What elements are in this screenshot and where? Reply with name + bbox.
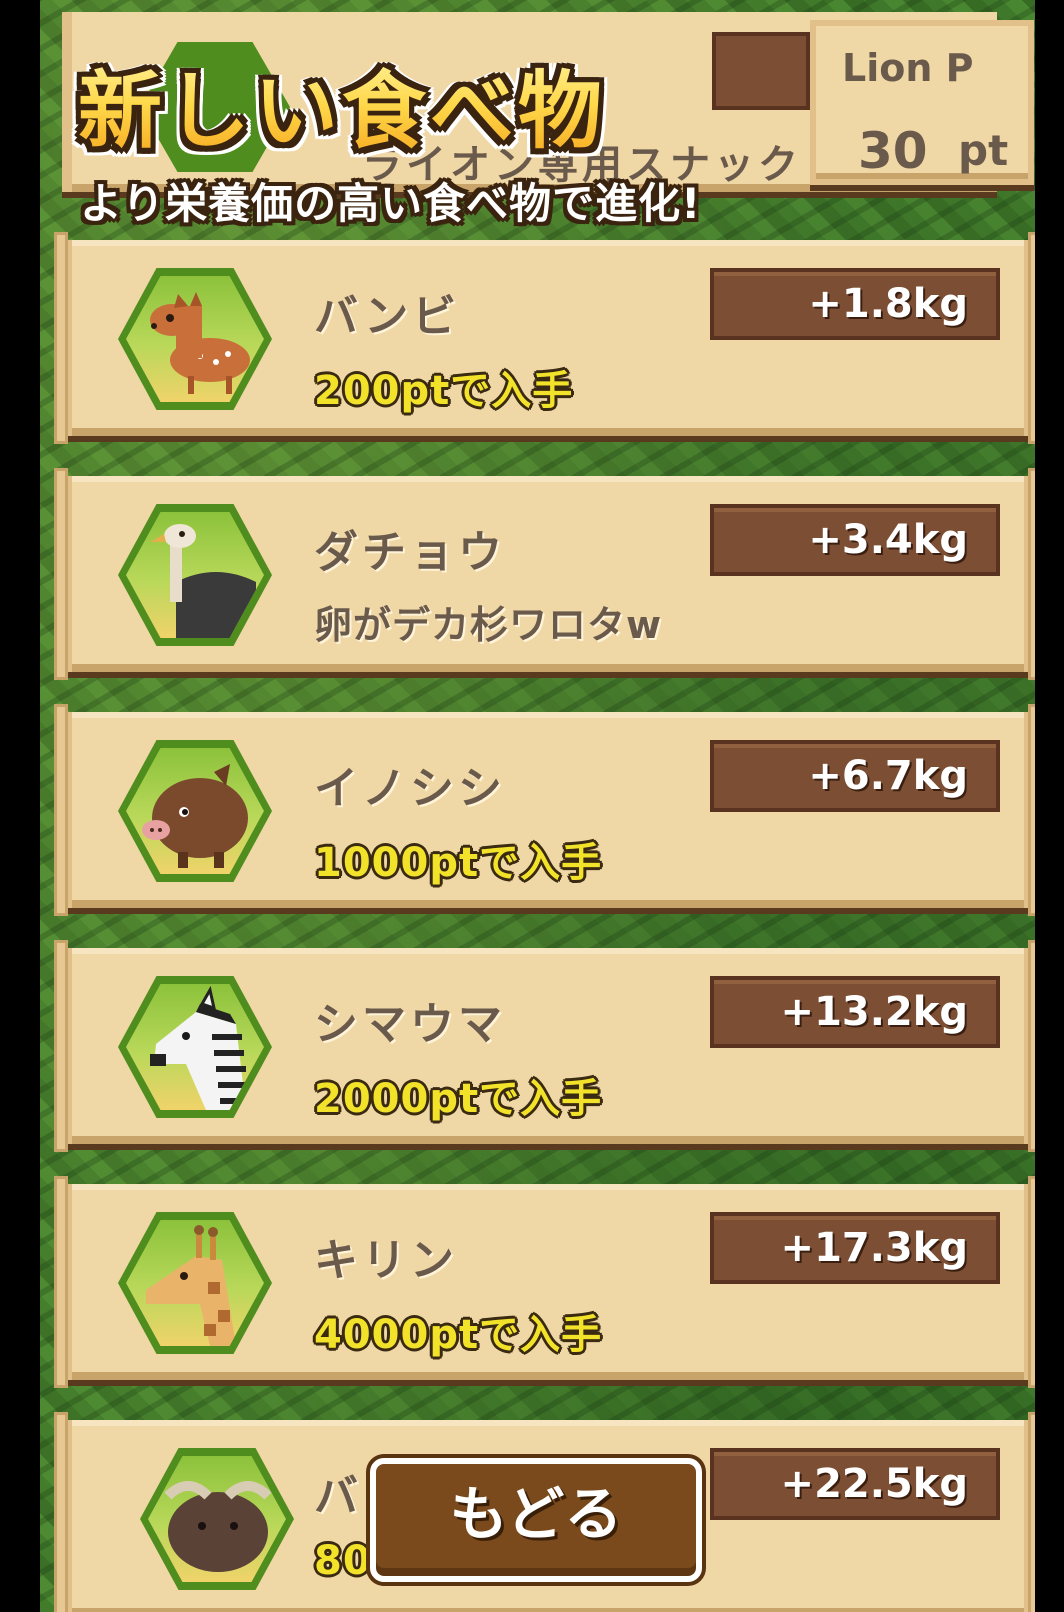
- giraffe-icon: [146, 1225, 236, 1346]
- food-price: 80: [314, 1538, 372, 1584]
- food-price: 2000ptで入手: [314, 1076, 603, 1122]
- buffalo-icon: [164, 1481, 272, 1572]
- food-price: 1000ptで入手: [314, 840, 603, 886]
- points-panel: Lion P 30 pt: [810, 20, 1034, 185]
- food-icon-frame: [140, 1448, 294, 1590]
- food-name: バンビ: [314, 291, 461, 342]
- food-weight: +22.5kg: [710, 1448, 1000, 1520]
- food-icon-frame: [118, 268, 272, 410]
- food-card-zebra[interactable]: シマウマ 2000ptで入手 +13.2kg: [54, 940, 1035, 1152]
- food-weight: +13.2kg: [710, 976, 1000, 1048]
- points-unit: pt: [958, 126, 1009, 175]
- food-icon-frame: [118, 740, 272, 882]
- food-card-ostrich[interactable]: ダチョウ 卵がデカ杉ワロタw +3.4kg: [54, 468, 1035, 680]
- food-price: 200ptで入手: [314, 368, 574, 414]
- ostrich-icon: [150, 524, 256, 638]
- page-title: 新しい食べ物: [78, 44, 606, 165]
- food-card-giraffe[interactable]: キリン 4000ptで入手 +17.3kg: [54, 1176, 1035, 1388]
- zebra-icon: [150, 985, 250, 1110]
- food-name: ダチョウ: [314, 527, 506, 578]
- points-value: 30: [858, 122, 928, 180]
- food-weight: +6.7kg: [710, 740, 1000, 812]
- food-card-bambi[interactable]: バンビ 200ptで入手 +1.8kg: [54, 232, 1035, 444]
- boar-icon: [142, 764, 248, 868]
- food-icon-frame: [118, 976, 272, 1118]
- back-button[interactable]: もどる: [370, 1458, 702, 1582]
- food-weight: +17.3kg: [710, 1212, 1000, 1284]
- header-weight-box: [712, 32, 810, 110]
- food-card-boar[interactable]: イノシシ 1000ptで入手 +6.7kg: [54, 704, 1035, 916]
- food-name: イノシシ: [314, 763, 506, 814]
- food-icon-frame: [118, 1212, 272, 1354]
- deer-icon: [150, 292, 250, 394]
- food-name: シマウマ: [314, 999, 506, 1050]
- food-description: 卵がデカ杉ワロタw: [314, 603, 663, 647]
- page-subtitle: より栄養価の高い食べ物で進化!: [80, 179, 702, 228]
- food-icon-frame: [118, 504, 272, 646]
- food-weight: +1.8kg: [710, 268, 1000, 340]
- food-name: キリン: [314, 1235, 458, 1286]
- points-label: Lion P: [842, 46, 974, 90]
- game-screen: ライオン専用スナック菓 Lion P 30 pt 新しい食べ物 より栄養価の高い…: [40, 0, 1035, 1612]
- food-price: 4000ptで入手: [314, 1312, 603, 1358]
- food-name: バ: [314, 1471, 362, 1522]
- food-weight: +3.4kg: [710, 504, 1000, 576]
